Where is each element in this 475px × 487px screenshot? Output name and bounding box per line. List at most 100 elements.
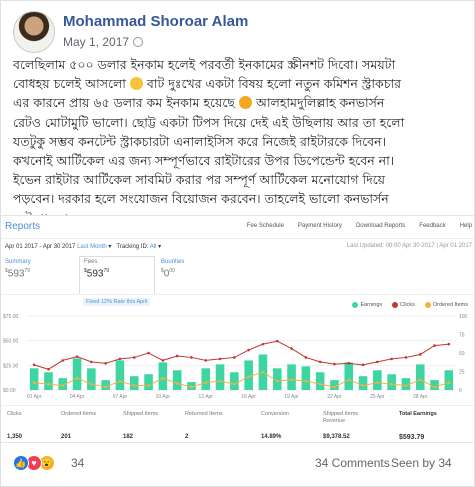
stat-revenue-label: Shipped Items Revenue [323, 411, 359, 424]
stat-conversion-value: 14.89% [261, 434, 282, 440]
stat-ordered: Ordered Items 201 [61, 411, 113, 440]
stat-shipped-label: Shipped Items [123, 411, 159, 417]
stat-total: Total Earnings $593.79 [399, 411, 451, 441]
y-tick-label: $0.00 [3, 388, 16, 394]
globe-icon [133, 37, 144, 47]
clicks-point [275, 339, 279, 343]
last-updated: Last Updated: 00:00 Apr 30 2017 | Apr 01… [346, 243, 472, 249]
report-stats: Clicks 1,350 Ordered Items 201 Shipped Ite… [1, 405, 474, 443]
last-month-link: Last Month [77, 244, 107, 250]
report-tabs: Summary $59379 Fees $59379 Bounties $000 [1, 256, 474, 295]
ordered-items-point [104, 385, 107, 389]
earnings-bar [444, 370, 454, 390]
tab-bounties: Bounties $000 [161, 259, 184, 279]
ordered-items-point [90, 382, 93, 386]
post-text: বলেছিলাম ৫০০ ডলার ইনকাম হলেই পরবর্তী ইনক… [13, 55, 465, 228]
ordered-items-point [433, 385, 436, 389]
comments-count[interactable]: 34 Comments [315, 456, 390, 470]
ordered-items-point [290, 378, 293, 381]
date-range: Apr 01 2017 - Apr 30 2017 Last Month ▾ T… [5, 244, 162, 250]
clicks-point [233, 356, 236, 359]
ordered-items-point [304, 379, 308, 383]
stat-shipped: Shipped Items 182 [123, 411, 175, 440]
clicks-point [61, 359, 65, 362]
tab-summary-int: 593 [7, 268, 25, 280]
stat-clicks: Clicks 1,350 [7, 411, 59, 440]
earnings-bar [244, 360, 253, 390]
y-tick-label: $25.00 [3, 363, 19, 369]
post-line: বাট দুঃখের একটা বিষয় হলো নতুন কমিশন স্ট… [142, 76, 401, 92]
ordered-items-point [75, 376, 79, 380]
clicks-point [75, 355, 79, 358]
post-line: কখনোই আর্টিকেল এর জন্য সম্পূর্ণভাবে রাইট… [13, 153, 395, 169]
clicks-point [390, 357, 393, 361]
stat-ordered-label: Ordered Items [61, 411, 97, 417]
reaction-count[interactable]: 34 [71, 456, 84, 470]
ordered-items-point [404, 384, 408, 387]
tracking-id-label: Tracking ID: [116, 244, 149, 250]
earnings-bar [301, 366, 311, 390]
earnings-bar [144, 374, 153, 390]
like-reaction-icon[interactable]: 👍 [13, 455, 29, 471]
post-card: Mohammad Shoroar Alam May 1, 2017 বলেছিল… [0, 0, 475, 487]
post-line: যতটুকু সম্ভব কনটেন্ট স্ট্রাকচারটা এনালাই… [13, 133, 387, 149]
clicks-point [190, 356, 193, 359]
clicks-point [404, 356, 408, 359]
ordered-items-point [333, 385, 336, 389]
earnings-bar [358, 376, 368, 390]
clicks-point [247, 348, 250, 352]
stat-conversion-label: Conversion [261, 411, 289, 417]
earnings-bar [215, 364, 225, 390]
clicks-point [90, 360, 93, 364]
download-reports-link: Download Reports [355, 223, 406, 229]
fee-schedule-link: Fee Schedule [246, 223, 284, 229]
earnings-bar [315, 372, 325, 390]
ordered-items-point [261, 370, 265, 374]
earnings-bar [72, 358, 82, 390]
stat-clicks-label: Clicks [7, 411, 22, 417]
clicks-point [261, 342, 265, 346]
tracking-id-value: All [149, 244, 157, 250]
seen-by[interactable]: Seen by 34 [391, 456, 452, 470]
clicks-point [418, 353, 422, 356]
clicks-point [318, 360, 322, 364]
ordered-items-point [147, 384, 150, 387]
post-date-text[interactable]: May 1, 2017 [63, 35, 129, 49]
earnings-bar [87, 368, 96, 390]
ordered-items-point [32, 381, 36, 384]
clicks-point [376, 360, 379, 364]
x-tick-label: 19 Apr [284, 394, 299, 400]
post-line: আলহামদুলিল্লাহ কনভার্সন [252, 95, 385, 111]
clicks-point [47, 367, 50, 371]
ordered-items-point [376, 381, 379, 384]
tab-summary: Summary $59379 [5, 259, 31, 279]
clicks-point [32, 363, 36, 367]
stat-shipped-value: 182 [123, 434, 134, 440]
stat-returned-label: Returned Items [185, 411, 223, 417]
ordered-items-point [275, 379, 279, 383]
earnings-bar [101, 380, 110, 390]
tab-summary-dec: 79 [24, 268, 31, 274]
post-line: বলেছিলাম ৫০০ ডলার ইনকাম হলেই পরবর্তী ইনক… [13, 57, 396, 72]
ordered-items-point [118, 379, 122, 383]
stat-total-label: Total Earnings [399, 411, 437, 417]
post-line: এর কারনে প্রায় ৬৫ ডলার কম ইনকাম হয়েছে [13, 95, 236, 111]
y2-tick-label: 50 [459, 351, 465, 357]
post-line: পড়বেন। দরকার হলে সংযোজন বিয়োজন করবেন। … [13, 191, 389, 207]
clicks-point [175, 354, 179, 358]
author-name[interactable]: Mohammad Shoroar Alam [63, 13, 248, 30]
clicks-point [118, 357, 122, 361]
tab-summary-label: Summary [5, 259, 31, 265]
x-tick-label: 16 Apr [241, 394, 256, 400]
y-tick-label: $50.00 [3, 339, 19, 345]
date-range-text: Apr 01 2017 - Apr 30 2017 [5, 244, 76, 250]
attached-screenshot[interactable]: Reports Fee Schedule Payment History Dow… [1, 215, 474, 443]
stat-total-value: $593.79 [399, 434, 425, 441]
y2-tick-label: 25 [459, 370, 465, 376]
avatar[interactable] [13, 11, 55, 53]
fees-rate-link: Fixed 12% Rate this April [83, 298, 151, 306]
ordered-items-point [418, 378, 422, 381]
post-date[interactable]: May 1, 2017 [63, 35, 144, 49]
earnings-bar [415, 364, 425, 390]
report-topbar: Reports Fee Schedule Payment History Dow… [1, 216, 474, 239]
